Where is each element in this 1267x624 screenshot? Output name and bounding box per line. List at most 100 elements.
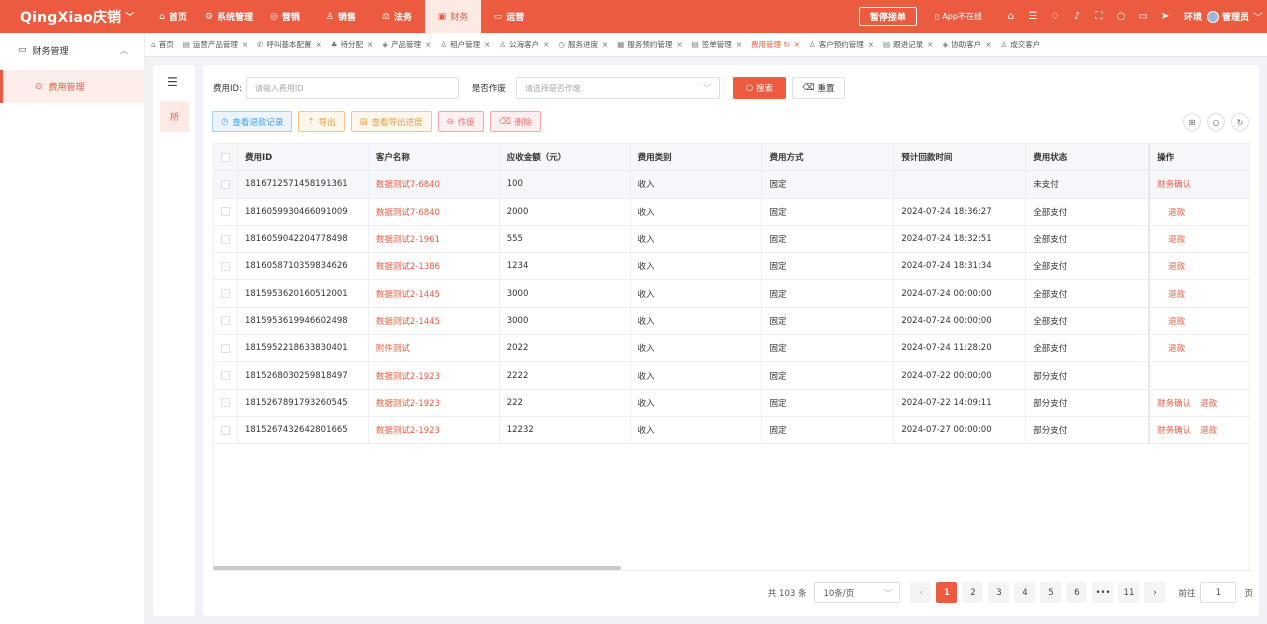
refund-link[interactable]: 退款 [1168,260,1185,272]
reset-button[interactable]: ⌫ 重置 [791,77,845,99]
close-icon[interactable]: × [543,40,549,49]
row-checkbox[interactable] [220,316,230,326]
table-row[interactable]: 1816058710359834626 数据测试2-1386 1234 收入 固定 202… [214,253,1249,281]
row-checkbox[interactable] [220,425,230,435]
refund-link[interactable]: 退款 [1168,206,1185,218]
select-all-checkbox[interactable] [220,152,230,162]
row-select-cell[interactable] [214,171,238,198]
cell-customer[interactable]: 数据测试2-1445 [369,307,500,335]
table-row[interactable]: 1815952218633830401 附件测试 2022 收入 固定 2024-07-2… [214,335,1249,363]
close-icon[interactable]: × [676,40,682,49]
env-label[interactable]: 环境 [1184,10,1202,23]
topnav-item[interactable]: ⚖ 法务 [369,0,425,33]
select-all-cell[interactable] [214,144,238,171]
cell-customer[interactable]: 数据测试2-1961 [369,225,500,253]
table-row[interactable]: 1816712571458191361 数据测试7-6840 100 收入 固定 未支付财… [214,171,1249,199]
tab-item[interactable]: ◈ 协助客户 × [942,39,991,50]
close-icon[interactable]: × [985,40,991,49]
cell-customer[interactable]: 数据测试2-1923 [369,362,500,389]
row-checkbox[interactable] [220,261,230,271]
close-icon[interactable]: × [425,40,431,49]
row-select-cell[interactable] [214,225,238,253]
row-checkbox[interactable] [220,371,230,381]
row-select-cell[interactable] [214,416,238,444]
export-button[interactable]: ⇡ 导出 [298,111,345,132]
close-icon[interactable]: × [367,40,373,49]
close-icon[interactable]: × [736,40,742,49]
bell-icon[interactable]: ♪ [1066,11,1088,22]
goto-page-input[interactable]: 1 [1200,582,1237,603]
grid-icon[interactable]: ⊞ [1183,113,1201,131]
row-select-cell[interactable] [214,280,238,307]
tab-item[interactable]: ♙ 公海客户 × [499,39,549,50]
topnav-item[interactable]: ⌂ 首页 [145,0,201,33]
app-status[interactable]: ▯ App不在线 [935,11,982,22]
refund-link[interactable]: 退款 [1168,342,1185,354]
horizontal-scrollbar[interactable] [213,566,621,570]
refund-link[interactable]: 退款 [1168,288,1185,300]
cell-customer[interactable]: 数据测试2-1923 [369,389,500,416]
tab-item[interactable]: ▤ 签单管理 × [692,39,742,50]
sidebar-group-finance[interactable]: ▭ 财务管理 ︿ [0,33,144,67]
sidebar-item-fee-management[interactable]: ⊙ 费用管理 [0,70,144,103]
search-icon[interactable]: ○ [1110,11,1132,22]
tab-item[interactable]: ♙ 租户管理 × [440,39,490,50]
all-tag[interactable]: 所 [160,101,189,132]
row-checkbox[interactable] [220,207,230,217]
close-icon[interactable]: × [868,40,874,49]
tab-item[interactable]: ▤ 运营产品管理 × [183,39,248,50]
tab-item[interactable]: ◷ 服务进度 × [558,39,608,50]
tab-item[interactable]: ▤ 跟进记录 × [883,39,933,50]
archive-icon[interactable]: ▭ [1132,11,1154,22]
row-select-cell[interactable] [214,307,238,335]
finance-confirm-link[interactable]: 财务确认 [1157,424,1191,436]
refresh-icon[interactable]: ↻ [1231,113,1249,131]
row-checkbox[interactable] [220,179,230,189]
table-row[interactable]: 1816059930466091009 数据测试7-6840 2000 收入 固定 202… [214,198,1249,226]
tab-item[interactable]: ✆ 呼叫基本配置 × [257,39,322,50]
page-button[interactable]: 11 [1118,582,1140,603]
topnav-item[interactable]: ▣ 财务 [425,0,481,33]
tab-item[interactable]: ▦ 服务预约管理 × [617,39,682,50]
close-icon[interactable]: × [484,40,490,49]
row-select-cell[interactable] [214,198,238,225]
page-button[interactable]: ••• [1092,582,1114,603]
close-icon[interactable]: × [927,40,933,49]
row-select-cell[interactable] [214,253,238,280]
table-row[interactable]: 1815953619946602498 数据测试2-1445 3000 收入 固定 202… [214,307,1249,336]
tab-item[interactable]: 费用管理 ↻ × [751,39,800,50]
close-icon[interactable]: × [602,40,608,49]
tab-item[interactable]: ♣ 待分配 × [331,39,374,50]
export-progress-button[interactable]: ▤ 查看导出进度 [350,111,432,132]
chevron-down-icon[interactable]: ﹀ [1253,9,1263,24]
row-select-cell[interactable] [214,389,238,416]
tab-item[interactable]: ♙ 客户预约管理 × [809,39,874,50]
close-icon[interactable]: × [794,40,800,49]
row-checkbox[interactable] [220,398,230,408]
avatar[interactable] [1206,10,1219,23]
lock-icon[interactable]: ⌂ [1000,11,1022,22]
pause-orders-button[interactable]: 暂停接单 [858,7,917,26]
refund-link[interactable]: 退款 [1168,233,1185,245]
cell-customer[interactable]: 数据测试2-1923 [369,416,500,444]
tab-item[interactable]: ◈ 产品管理 × [382,39,431,50]
table-row[interactable]: 1815953620160512001 数据测试2-1445 3000 收入 固定 202… [214,280,1249,308]
row-checkbox[interactable] [220,234,230,244]
tab-item[interactable]: ♙ 成交客户 [1001,39,1041,50]
shirt-icon[interactable]: ♢ [1044,11,1066,22]
table-row[interactable]: 1815267432642801665 数据测试2-1923 12232 收入 固定 20… [214,416,1249,445]
row-checkbox[interactable] [220,343,230,353]
close-icon[interactable]: × [315,40,321,49]
topnav-item[interactable]: ▭ 运营 [481,0,537,33]
cell-customer[interactable]: 数据测试7-6840 [369,198,500,225]
refund-records-button[interactable]: ◷ 查看退款记录 [212,111,293,132]
table-row[interactable]: 1815268030259818497 数据测试2-1923 2222 收入 固定 202… [214,362,1249,390]
finance-confirm-link[interactable]: 财务确认 [1157,178,1191,190]
page-size-select[interactable]: 10条/页 ﹀ [814,582,901,603]
refund-link[interactable]: 退款 [1200,397,1217,409]
row-checkbox[interactable] [220,289,230,299]
page-button[interactable]: 3 [988,582,1010,603]
void-button[interactable]: ⊖ 作废 [437,111,484,132]
search-list-icon[interactable]: ☰ [1022,11,1044,22]
delete-button[interactable]: ⌫ 删除 [489,111,541,132]
